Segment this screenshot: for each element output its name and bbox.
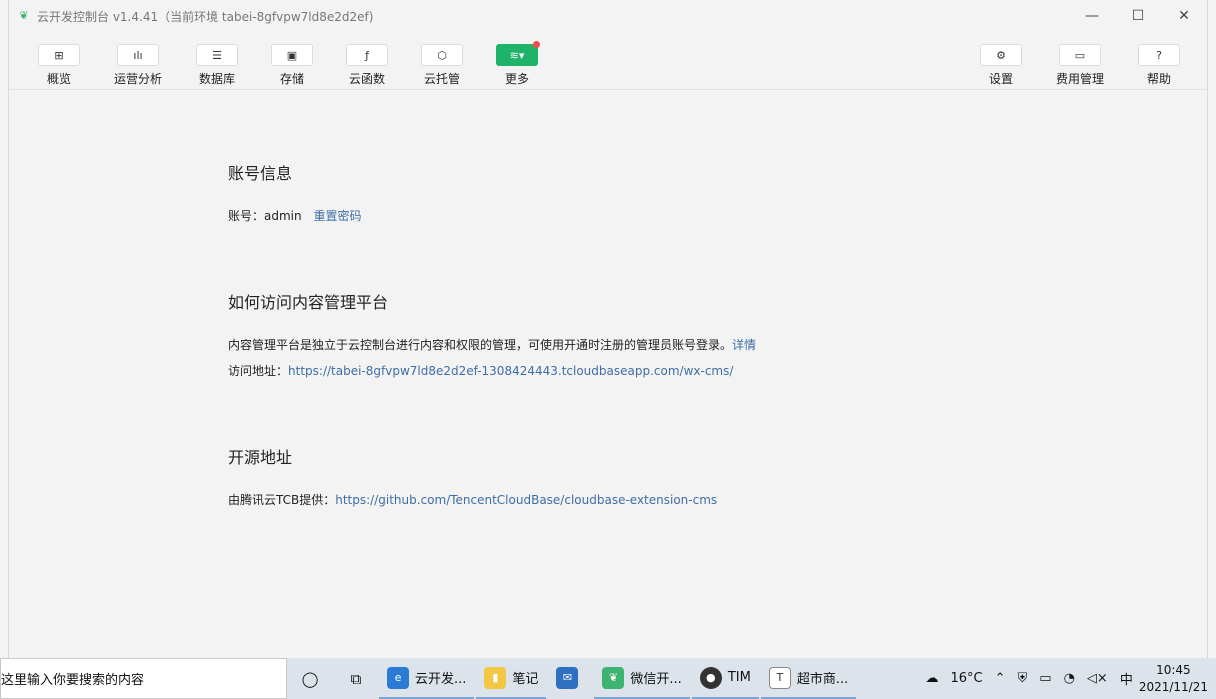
- main-content: 账号信息 账号：admin 重置密码 如何访问内容管理平台 内容管理平台是独立于…: [228, 160, 1028, 573]
- maximize-icon: ☐: [1131, 8, 1145, 24]
- section-title: 如何访问内容管理平台: [228, 293, 389, 312]
- tool-more[interactable]: ≋▾ 更多: [482, 41, 552, 87]
- volume-icon[interactable]: ◁×: [1087, 671, 1108, 686]
- wifi-icon[interactable]: ◔: [1064, 671, 1075, 686]
- tool-label: 更多: [504, 72, 529, 86]
- account-row: 账号：admin 重置密码: [228, 203, 1028, 229]
- clock[interactable]: 10:45 2021/11/21: [1139, 662, 1208, 696]
- account-value: admin: [264, 209, 302, 223]
- clock-time: 10:45: [1156, 662, 1191, 677]
- taskbar-app-label: 笔记: [512, 672, 539, 687]
- tool-cloudrun[interactable]: ⬡ 云托管: [407, 44, 477, 87]
- toolbar: ⊞ 概览 ılı 运营分析 ☰ 数据库 ▣ 存储 ƒ 云函数 ⬡ 云托管 ≋▾ …: [9, 32, 1207, 90]
- access-description: 内容管理平台是独立于云控制台进行内容和权限的管理，可使用开通时注册的管理员账号登…: [228, 338, 733, 352]
- help-icon: ?: [1138, 44, 1180, 66]
- tool-overview[interactable]: ⊞ 概览: [24, 44, 94, 87]
- title-bar: ❦ 云开发控制台 v1.4.41（当前环境 tabei-8gfvpw7ld8e2…: [9, 0, 1207, 32]
- taskbar-app-notes[interactable]: ▮ 笔记: [476, 658, 547, 699]
- opensource-section: 开源地址 由腾讯云TCB提供：https://github.com/Tencen…: [228, 444, 1028, 513]
- taskbar-app-label: TIM: [727, 670, 751, 685]
- app-window: ❦ 云开发控制台 v1.4.41（当前环境 tabei-8gfvpw7ld8e2…: [8, 0, 1208, 658]
- tool-label: 存储: [279, 72, 304, 86]
- chevron-up-icon[interactable]: ⌃: [995, 671, 1006, 686]
- tool-settings[interactable]: ⚙ 设置: [966, 44, 1036, 87]
- minimize-icon: —: [1085, 8, 1099, 24]
- tool-label: 帮助: [1146, 72, 1171, 86]
- section-title: 账号信息: [228, 164, 293, 183]
- reset-password-link[interactable]: 重置密码: [313, 209, 361, 223]
- opensource-label: 由腾讯云TCB提供：: [228, 493, 336, 507]
- tool-label: 云托管: [423, 72, 460, 86]
- grid-icon: ⊞: [38, 44, 80, 66]
- window-title: 云开发控制台 v1.4.41（当前环境 tabei-8gfvpw7ld8e2d2…: [37, 9, 374, 24]
- github-link[interactable]: https://github.com/TencentCloudBase/clou…: [335, 493, 717, 507]
- edge-icon: e: [387, 666, 409, 689]
- tool-label: 概览: [46, 72, 71, 86]
- cms-url-link[interactable]: https://tabei-8gfvpw7ld8e2d2ef-130842444…: [288, 364, 733, 378]
- access-desc-row: 内容管理平台是独立于云控制台进行内容和权限的管理，可使用开通时注册的管理员账号登…: [228, 332, 1028, 358]
- account-section: 账号信息 账号：admin 重置密码: [228, 160, 1028, 229]
- layers-icon: ≋▾: [496, 44, 538, 66]
- tool-label: 数据库: [198, 72, 235, 86]
- tim-icon: ●: [699, 666, 722, 689]
- minimize-button[interactable]: —: [1069, 0, 1115, 32]
- taskbar-app-typora[interactable]: T 超市商...: [760, 658, 857, 699]
- text-editor-icon: T: [768, 666, 791, 689]
- account-label: 账号：: [228, 209, 265, 223]
- url-label: 访问地址：: [228, 364, 289, 378]
- tool-label: 设置: [988, 72, 1013, 86]
- tool-label: 云函数: [348, 72, 385, 86]
- tool-functions[interactable]: ƒ 云函数: [332, 44, 402, 87]
- taskbar-app-label: 超市商...: [796, 672, 849, 687]
- database-icon: ☰: [196, 44, 238, 66]
- tool-label: 费用管理: [1055, 72, 1104, 86]
- notification-dot: [533, 41, 540, 48]
- weather-icon[interactable]: ☁: [925, 671, 938, 686]
- taskbar-app-label: 微信开...: [630, 672, 682, 687]
- folder-icon: ▮: [484, 666, 507, 689]
- taskbar-app-console[interactable]: e 云开发...: [379, 658, 475, 699]
- save-icon: ▣: [271, 44, 313, 66]
- ime-indicator[interactable]: 中: [1120, 669, 1133, 688]
- access-url-row: 访问地址：https://tabei-8gfvpw7ld8e2d2ef-1308…: [228, 358, 1028, 384]
- system-tray: ☁ 16°C ⌃ ⛨ ▭ ◔ ◁× 中 10:45 2021/11/21: [919, 658, 1216, 699]
- tool-billing[interactable]: ▭ 费用管理: [1045, 44, 1115, 87]
- clock-date: 2021/11/21: [1138, 679, 1208, 694]
- tool-label: 运营分析: [113, 72, 162, 86]
- tool-storage[interactable]: ▣ 存储: [257, 44, 327, 87]
- gear-icon: ⚙: [980, 44, 1022, 66]
- temperature: 16°C: [950, 671, 983, 686]
- taskbar-search[interactable]: 这里输入你要搜索的内容: [0, 658, 287, 699]
- tool-database[interactable]: ☰ 数据库: [182, 44, 252, 87]
- function-icon: ƒ: [346, 44, 388, 66]
- taskbar-app-tim[interactable]: ● TIM: [691, 658, 759, 699]
- security-icon[interactable]: ⛨: [1018, 671, 1028, 686]
- search-placeholder: 这里输入你要搜索的内容: [1, 673, 145, 688]
- tool-help[interactable]: ? 帮助: [1124, 44, 1194, 87]
- taskbar-app-label: 云开发...: [415, 672, 467, 687]
- taskbar: 这里输入你要搜索的内容 ◯ ⧉ e 云开发... ▮ 笔记 ✉ ❦ 微信开...…: [0, 658, 1216, 699]
- close-icon: ✕: [1178, 8, 1190, 24]
- app-logo-icon: ❦: [19, 9, 29, 22]
- access-section: 如何访问内容管理平台 内容管理平台是独立于云控制台进行内容和权限的管理，可使用开…: [228, 289, 1028, 384]
- billing-icon: ▭: [1059, 44, 1101, 66]
- mail-icon: ✉: [556, 666, 579, 689]
- bar-chart-icon: ılı: [117, 44, 159, 66]
- task-view-icon[interactable]: ⧉: [333, 658, 379, 699]
- cube-icon: ⬡: [421, 44, 463, 66]
- section-title: 开源地址: [228, 448, 293, 467]
- close-button[interactable]: ✕: [1161, 0, 1207, 32]
- maximize-button[interactable]: ☐: [1115, 0, 1161, 32]
- opensource-row: 由腾讯云TCB提供：https://github.com/TencentClou…: [228, 487, 1028, 513]
- battery-icon[interactable]: ▭: [1039, 671, 1051, 686]
- detail-link[interactable]: 详情: [732, 338, 756, 352]
- tool-analytics[interactable]: ılı 运营分析: [103, 44, 173, 87]
- taskbar-app-wechat-dev[interactable]: ❦ 微信开...: [594, 658, 690, 699]
- window-controls: — ☐ ✕: [1069, 0, 1207, 32]
- cortana-icon[interactable]: ◯: [287, 658, 333, 699]
- taskbar-app-mail[interactable]: ✉: [548, 658, 592, 699]
- wechat-dev-icon: ❦: [602, 666, 625, 689]
